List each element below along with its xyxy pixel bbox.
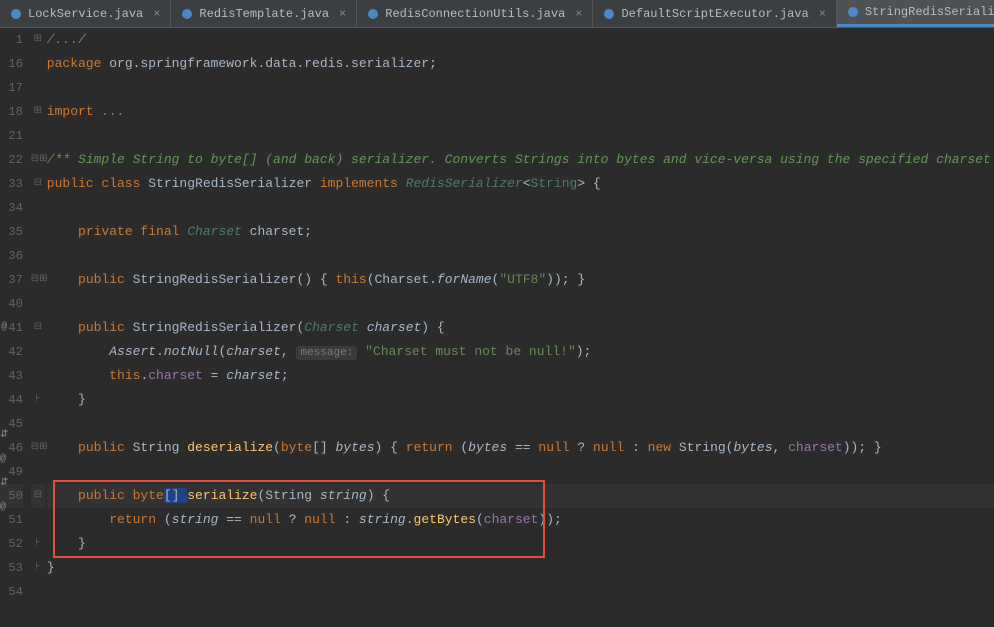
override-icon[interactable]: @: [0, 316, 8, 340]
close-icon[interactable]: ×: [153, 7, 160, 21]
tab-label: DefaultScriptExecutor.java: [621, 7, 808, 21]
fold-icon[interactable]: ⊦: [31, 556, 45, 580]
tab-label: LockService.java: [28, 7, 143, 21]
close-icon[interactable]: ×: [575, 7, 582, 21]
override-icon[interactable]: ⇵ @: [0, 436, 8, 460]
parameter-hint: message:: [296, 346, 357, 360]
fold-icon[interactable]: ⊦: [31, 532, 45, 556]
code-editor[interactable]: @ ⇵ @ ⇵ @ 116171821223334353637404142434…: [0, 28, 994, 627]
tab-label: RedisConnectionUtils.java: [385, 7, 565, 21]
fold-icon[interactable]: ⊟: [31, 484, 45, 508]
override-icon[interactable]: ⇵ @: [0, 484, 8, 508]
line-numbers: 1161718212233343536374041424344454649505…: [8, 28, 30, 627]
fold-icon[interactable]: ⊟⊞: [31, 436, 45, 460]
fold-icon[interactable]: ⊞: [31, 100, 45, 124]
java-file-icon: [847, 6, 859, 18]
gutter-markers: @ ⇵ @ ⇵ @: [0, 28, 8, 627]
java-file-icon: [10, 8, 22, 20]
close-icon[interactable]: ×: [819, 7, 826, 21]
tab-stringredisserializer[interactable]: StringRedisSerializer.java ×: [837, 0, 994, 27]
tab-redisconnectionutils[interactable]: RedisConnectionUtils.java ×: [357, 0, 593, 27]
java-file-icon: [367, 8, 379, 20]
fold-icon[interactable]: ⊟⊞: [31, 148, 45, 172]
fold-gutter: ⊞ ⊞ ⊟⊞ ⊟ ⊟⊞ ⊟ ⊦ ⊟⊞ ⊟ ⊦ ⊦: [31, 28, 45, 627]
tab-redistemplate[interactable]: RedisTemplate.java ×: [171, 0, 357, 27]
fold-icon[interactable]: ⊟⊞: [31, 268, 45, 292]
close-icon[interactable]: ×: [339, 7, 346, 21]
tab-label: StringRedisSerializer.java: [865, 5, 994, 19]
java-file-icon: [181, 8, 193, 20]
fold-icon[interactable]: ⊟: [31, 316, 45, 340]
fold-icon[interactable]: ⊟: [31, 172, 45, 196]
fold-icon[interactable]: ⊦: [31, 388, 45, 412]
code-content[interactable]: /.../ package org.springframework.data.r…: [45, 28, 994, 627]
java-file-icon: [603, 8, 615, 20]
editor-tabs: LockService.java × RedisTemplate.java × …: [0, 0, 994, 28]
tab-defaultscriptexecutor[interactable]: DefaultScriptExecutor.java ×: [593, 0, 836, 27]
tab-label: RedisTemplate.java: [199, 7, 329, 21]
fold-icon[interactable]: ⊞: [31, 28, 45, 52]
tab-lockservice[interactable]: LockService.java ×: [0, 0, 171, 27]
